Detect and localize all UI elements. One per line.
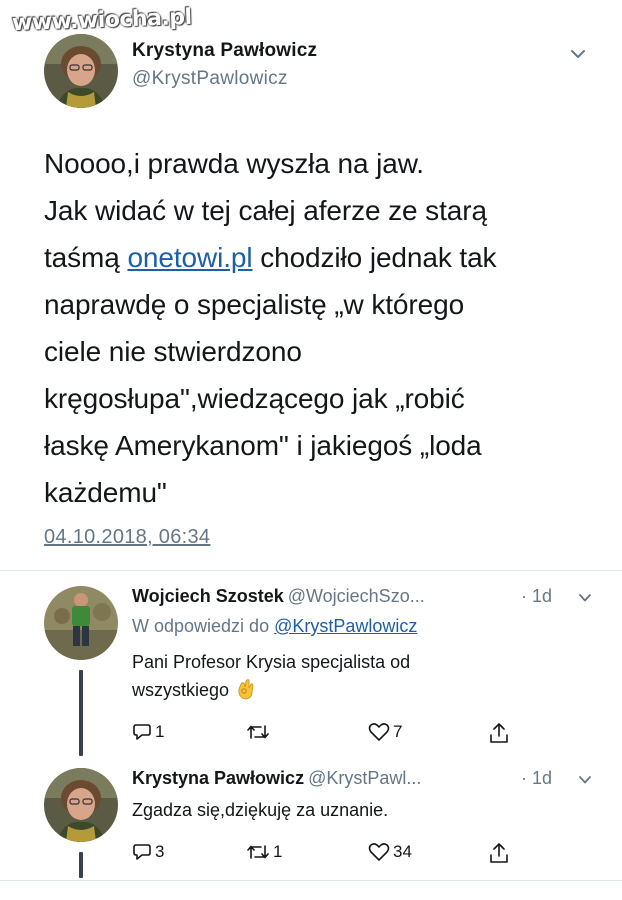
reply-icon (133, 844, 151, 860)
share-icon (490, 723, 508, 743)
reply-author-handle[interactable]: @KrystPawl... (308, 768, 421, 788)
reply-count: 1 (155, 722, 165, 741)
retweet-action[interactable] (246, 722, 273, 742)
reply-actions: 3 1 34 (132, 842, 572, 868)
reply-time[interactable]: · 1d (521, 586, 552, 607)
thread-line (79, 670, 83, 756)
tweet-line: Jak widać w tej całej aferze ze starą (44, 195, 487, 226)
heart-icon (368, 723, 390, 741)
reply-author-name[interactable]: Krystyna Pawłowicz (132, 768, 304, 788)
thread-line (79, 852, 83, 878)
reply-text-line: Zgadza się,dziękuję za uznanie. (132, 800, 389, 820)
like-action[interactable]: 34 (368, 842, 412, 862)
reply-to-prefix: W odpowiedzi do (132, 616, 275, 636)
chevron-down-icon[interactable] (578, 591, 592, 605)
tweet-timestamp[interactable]: 04.10.2018, 06:34 (44, 526, 210, 549)
retweet-icon (247, 725, 269, 739)
reply-to-context: W odpowiedzi do @KrystPawlowicz (132, 616, 417, 637)
reply-time[interactable]: · 1d (521, 768, 552, 789)
retweet-icon (247, 845, 269, 859)
reply-text-line-with-emoji: wszystkiego (132, 676, 410, 704)
reply-text: Zgadza się,dziękuję za uznanie. (132, 796, 388, 824)
tweet-line: ciele nie stwierdzono (44, 336, 302, 367)
reply-author-name[interactable]: Wojciech Szostek (132, 586, 284, 606)
ok-hand-emoji-icon (238, 679, 254, 700)
onet-link[interactable]: onetowi.pl (127, 242, 252, 273)
tweet-line: łaskę Amerykanom" i jakiegoś „loda (44, 430, 482, 461)
main-tweet-header: Krystyna Pawłowicz @KrystPawlowicz (44, 32, 592, 112)
reply-author-avatar[interactable] (44, 768, 118, 842)
reply-text-line: wszystkiego (132, 680, 230, 700)
reply-author-handle[interactable]: @WojciechSzo... (288, 586, 425, 606)
tweet-line: każdemu" (44, 477, 167, 508)
author-avatar[interactable] (44, 34, 118, 108)
share-action[interactable] (488, 722, 510, 744)
reply-count: 3 (155, 842, 165, 861)
tweet-text: Noooo,i prawda wyszła na jaw. Jak widać … (44, 140, 584, 516)
heart-icon (368, 843, 390, 861)
reply-text: Pani Profesor Krysia specjalista od wszy… (132, 648, 410, 704)
tweet-line: naprawdę o specjalistę „w którego (44, 289, 465, 320)
chevron-down-icon[interactable] (570, 46, 586, 62)
tweet-line: taśmą onetowi.pl chodziło jednak tak (44, 234, 584, 281)
like-count: 7 (393, 722, 403, 741)
tweet-line: Noooo,i prawda wyszła na jaw. (44, 148, 424, 179)
share-icon (490, 843, 508, 863)
reply-action[interactable]: 3 (132, 842, 164, 862)
author-name[interactable]: Krystyna Pawłowicz (132, 40, 317, 62)
divider (0, 880, 622, 881)
retweet-count: 1 (273, 842, 283, 861)
retweet-action[interactable]: 1 (246, 842, 282, 862)
reply-header: Wojciech Szostek @WojciechSzo... · 1d (132, 586, 592, 610)
reply-tweet[interactable]: Krystyna Pawłowicz @KrystPawl... · 1d Zga… (44, 768, 592, 878)
reply-actions: 1 7 (132, 722, 572, 748)
reply-action[interactable]: 1 (132, 722, 164, 742)
divider (0, 570, 622, 571)
tweet-text-fragment: taśmą (44, 242, 128, 273)
reply-text-line: Pani Profesor Krysia specjalista od (132, 652, 411, 672)
tweet-line: kręgosłupa",wiedzącego jak „robić (44, 383, 465, 414)
share-action[interactable] (488, 842, 510, 864)
reply-to-mention[interactable]: @KrystPawlowicz (274, 616, 417, 636)
tweet-text-fragment: chodziło jednak tak (252, 242, 497, 273)
chevron-down-icon[interactable] (578, 773, 592, 787)
like-action[interactable]: 7 (368, 722, 402, 742)
reply-header: Krystyna Pawłowicz @KrystPawl... · 1d (132, 768, 592, 792)
reply-author-avatar[interactable] (44, 586, 118, 660)
author-handle[interactable]: @KrystPawlowicz (132, 68, 288, 90)
reply-tweet[interactable]: Wojciech Szostek @WojciechSzo... · 1d W o… (44, 586, 592, 756)
like-count: 34 (393, 842, 412, 861)
reply-icon (133, 724, 151, 740)
